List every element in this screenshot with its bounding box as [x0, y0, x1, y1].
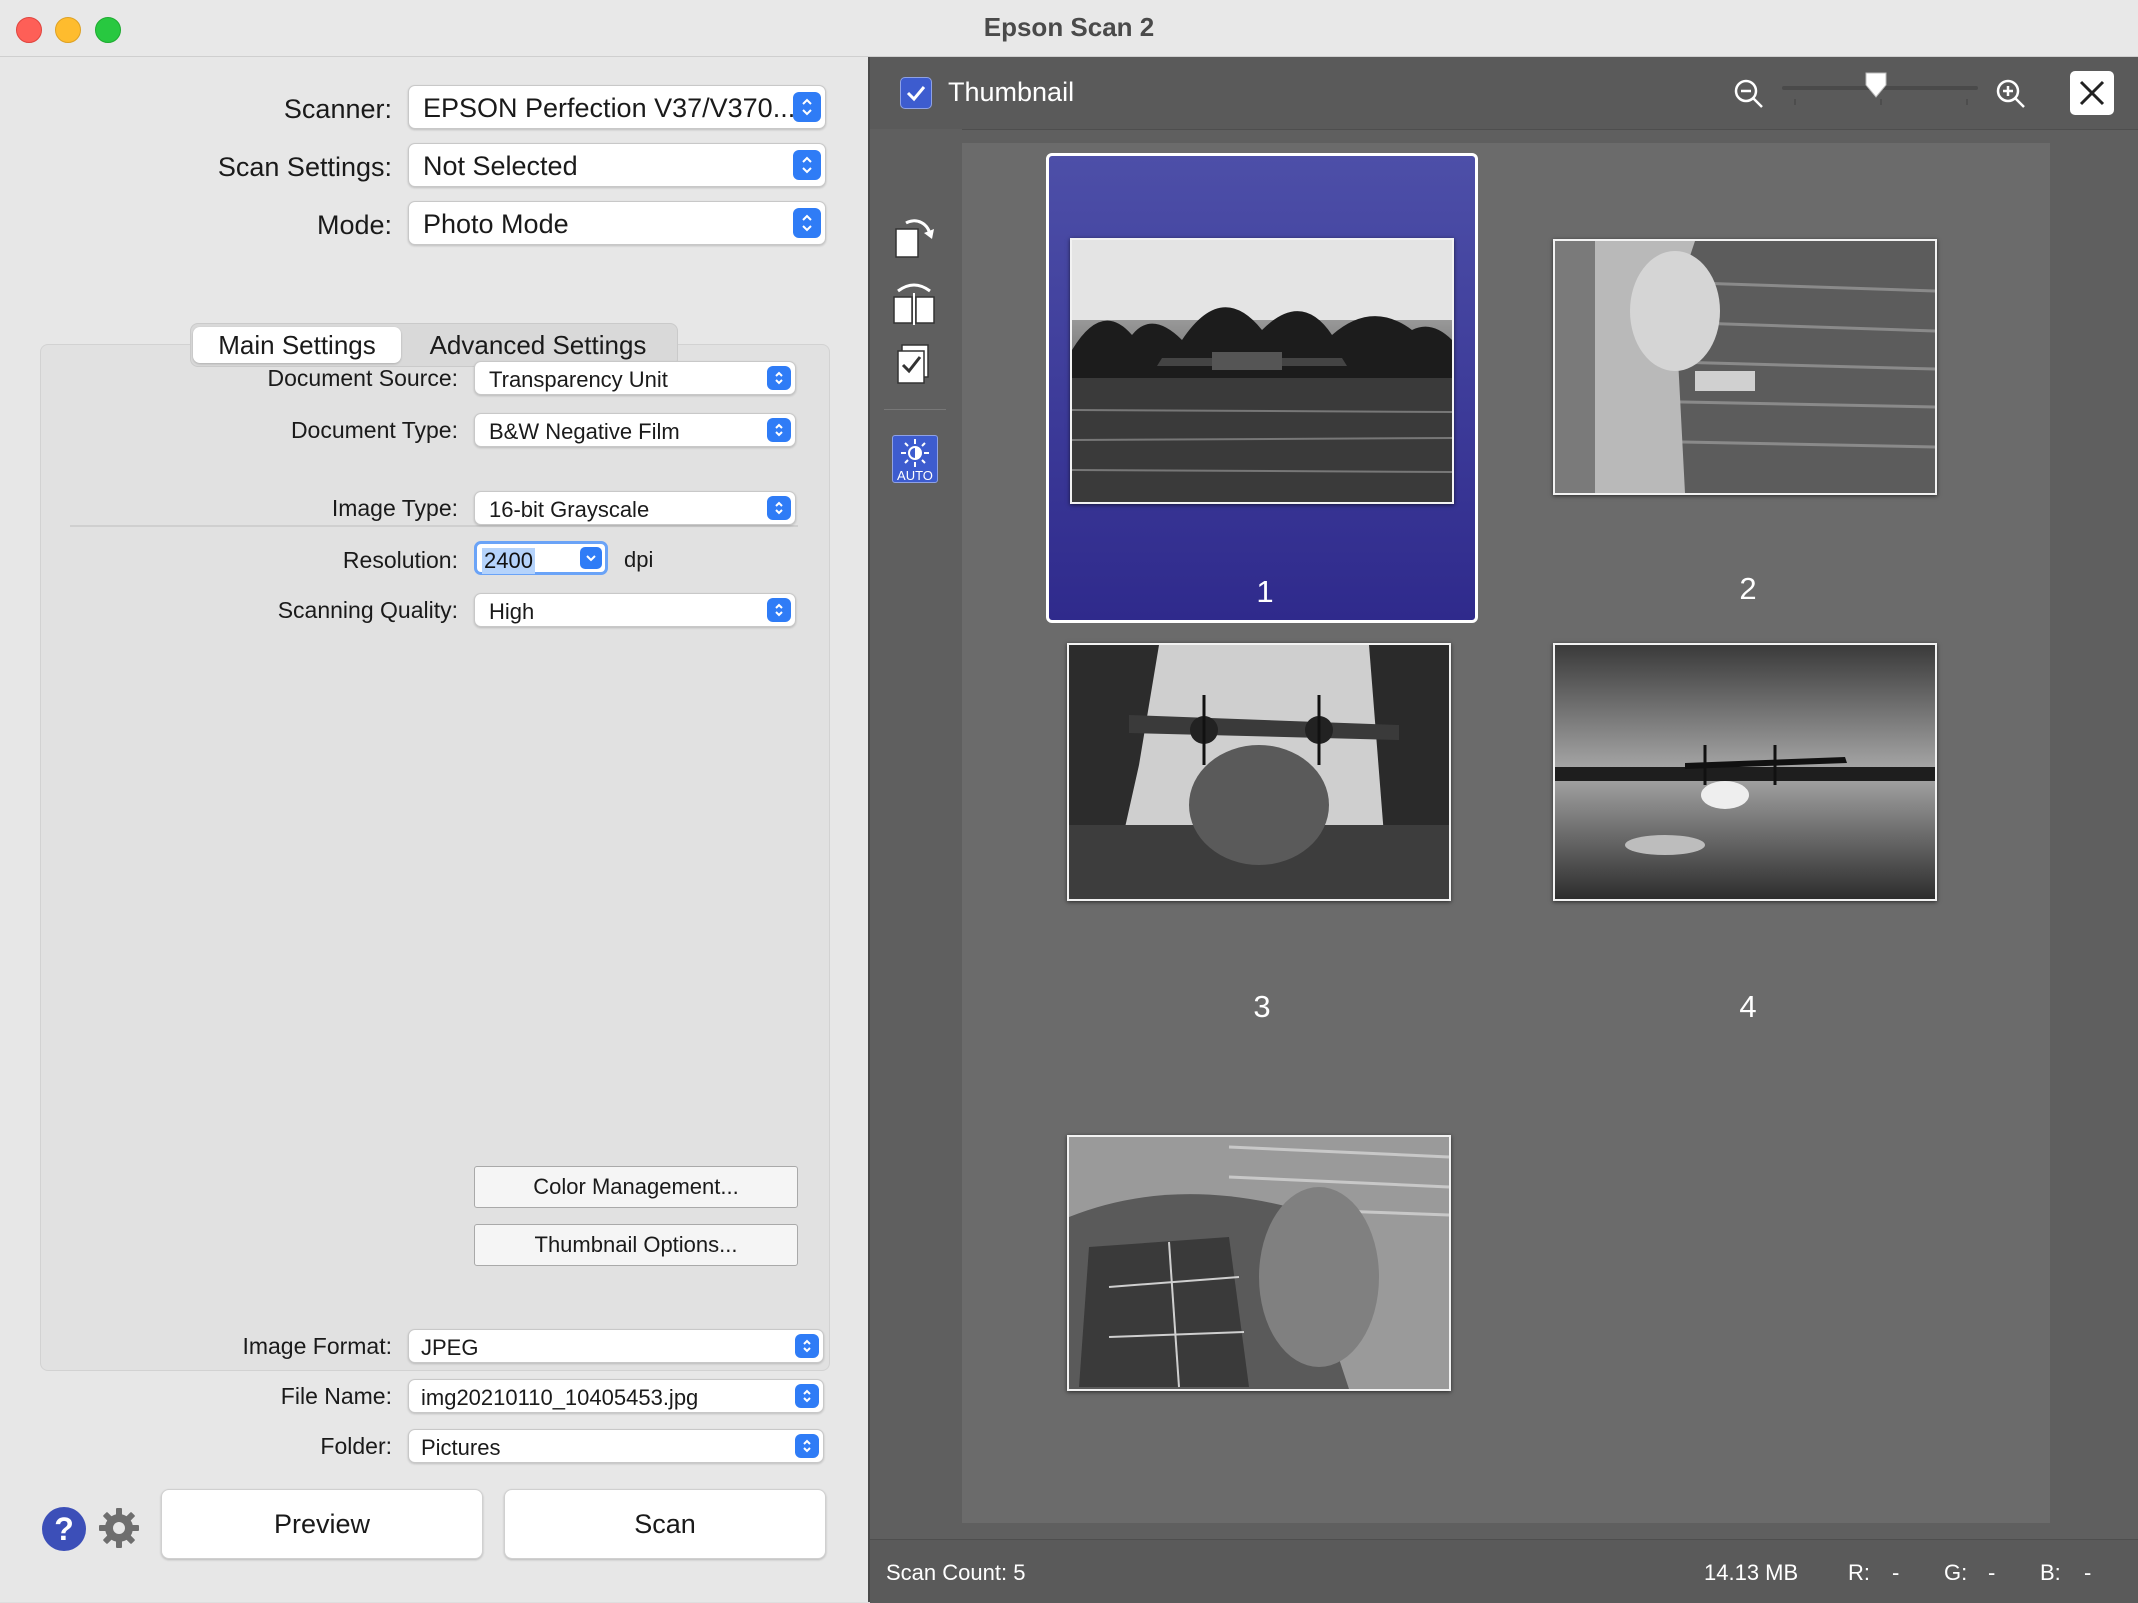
- mode-label: Mode:: [316, 210, 392, 240]
- frame-number: 4: [1739, 989, 1757, 1024]
- stepper-icon: [793, 92, 821, 122]
- r-label: R:: [1848, 1560, 1870, 1585]
- frame-number: 1: [1256, 574, 1274, 609]
- g-label: G:: [1944, 1560, 1968, 1585]
- window-title: Epson Scan 2: [983, 12, 1155, 42]
- resolution-combobox[interactable]: 2400: [474, 541, 608, 575]
- zoom-slider-thumb[interactable]: [1864, 71, 1888, 99]
- scan-settings-select[interactable]: Not Selected: [408, 143, 826, 187]
- scanning-quality-value: High: [489, 599, 535, 624]
- scan-settings-value: Not Selected: [423, 151, 578, 181]
- auto-label: AUTO: [897, 468, 933, 483]
- scanner-select[interactable]: EPSON Perfection V37/V370...: [408, 85, 826, 129]
- image-format-value: JPEG: [421, 1335, 479, 1360]
- scanning-quality-select[interactable]: High: [474, 593, 796, 627]
- rotate-icon[interactable]: [890, 213, 938, 261]
- document-source-select[interactable]: Transparency Unit: [474, 361, 796, 395]
- stepper-icon: [793, 150, 821, 180]
- preview-button[interactable]: Preview: [161, 1489, 483, 1559]
- zoom-in-icon[interactable]: [1994, 77, 2028, 111]
- scanning-quality-label: Scanning Quality:: [277, 597, 458, 623]
- flip-icon[interactable]: [890, 279, 938, 327]
- image-format-label: Image Format:: [242, 1333, 392, 1359]
- thumbnail-toolbar: Thumbnail: [870, 57, 2138, 130]
- folder-select[interactable]: Pictures: [408, 1429, 824, 1463]
- thumbnail-tools: AUTO: [870, 129, 962, 1596]
- file-name-select[interactable]: img20210110_10405453.jpg: [408, 1379, 824, 1413]
- title-bar: Epson Scan 2: [0, 0, 2138, 57]
- thumbnail-options-button[interactable]: Thumbnail Options...: [474, 1224, 798, 1266]
- frame-2-image: [1553, 239, 1937, 495]
- g-value: -: [1988, 1560, 1996, 1585]
- stepper-icon: [767, 366, 791, 390]
- gear-icon[interactable]: [96, 1505, 142, 1551]
- document-source-label: Document Source:: [267, 365, 458, 391]
- scanner-label: Scanner:: [283, 94, 392, 124]
- thumbnail-label: Thumbnail: [948, 77, 1075, 107]
- scan-settings-label: Scan Settings:: [217, 152, 392, 182]
- settings-panel: Scanner: EPSON Perfection V37/V370... Sc…: [0, 57, 868, 1602]
- frame-3-image: [1067, 643, 1451, 901]
- tool-divider: [884, 409, 946, 410]
- epson-scan-window: Epson Scan 2 Scanner: EPSON Perfection V…: [0, 0, 2138, 1603]
- document-source-value: Transparency Unit: [489, 367, 668, 392]
- stepper-icon: [767, 598, 791, 622]
- b-label: B:: [2040, 1560, 2061, 1585]
- settings-divider: [70, 525, 798, 527]
- thumbnail-frame-5[interactable]: [1046, 1135, 1478, 1405]
- frame-number: 2: [1739, 571, 1757, 606]
- thumbnail-canvas: 1 2 3 4: [962, 143, 2050, 1523]
- folder-label: Folder:: [320, 1433, 392, 1459]
- stepper-icon: [767, 496, 791, 520]
- thumbnail-frame-1[interactable]: 1: [1046, 153, 1478, 623]
- image-format-select[interactable]: JPEG: [408, 1329, 824, 1363]
- chevron-down-icon[interactable]: [580, 547, 602, 569]
- file-name-label: File Name:: [280, 1383, 392, 1409]
- stepper-icon: [795, 1334, 819, 1358]
- resolution-unit: dpi: [624, 547, 654, 572]
- auto-exposure-icon[interactable]: AUTO: [892, 435, 938, 483]
- tab-main-settings[interactable]: Main Settings: [193, 327, 401, 363]
- frame-4-image: [1553, 643, 1937, 901]
- zoom-out-icon[interactable]: [1732, 77, 1766, 111]
- tab-advanced-settings[interactable]: Advanced Settings: [405, 327, 671, 363]
- resolution-label: Resolution:: [342, 547, 458, 573]
- stepper-icon: [795, 1434, 819, 1458]
- image-type-value: 16-bit Grayscale: [489, 497, 650, 522]
- stepper-icon: [767, 418, 791, 442]
- frame-1-image: [1070, 238, 1454, 504]
- file-name-value: img20210110_10405453.jpg: [421, 1385, 699, 1410]
- thumbnail-panel: Thumbnail AUTO 1 2 3 4 Scan Count: 5 14.…: [868, 57, 2138, 1603]
- frame-5-image: [1067, 1135, 1451, 1391]
- thumbnail-frame-3[interactable]: 3: [1046, 643, 1478, 1113]
- r-value: -: [1892, 1560, 1900, 1585]
- scan-count: Scan Count: 5: [886, 1560, 1026, 1585]
- thumbnail-frame-4[interactable]: 4: [1532, 643, 1964, 1113]
- mode-select[interactable]: Photo Mode: [408, 201, 826, 245]
- document-type-label: Document Type:: [290, 417, 458, 443]
- mode-value: Photo Mode: [423, 209, 569, 239]
- b-value: -: [2084, 1560, 2092, 1585]
- image-type-label: Image Type:: [331, 495, 458, 521]
- frame-number: 3: [1253, 989, 1271, 1024]
- image-type-select[interactable]: 16-bit Grayscale: [474, 491, 796, 525]
- file-size: 14.13 MB: [1704, 1560, 1799, 1585]
- status-bar: Scan Count: 5 14.13 MB R: - G: - B: -: [870, 1539, 2138, 1603]
- stepper-icon: [795, 1384, 819, 1408]
- thumbnail-checkbox[interactable]: [900, 77, 932, 109]
- stepper-icon: [793, 208, 821, 238]
- document-type-value: B&W Negative Film: [489, 419, 680, 444]
- color-management-button[interactable]: Color Management...: [474, 1166, 798, 1208]
- scanner-value: EPSON Perfection V37/V370...: [423, 93, 796, 123]
- resolution-value: 2400: [482, 548, 535, 574]
- help-icon[interactable]: ?: [42, 1507, 86, 1551]
- select-all-icon[interactable]: [890, 341, 938, 389]
- document-type-select[interactable]: B&W Negative Film: [474, 413, 796, 447]
- scan-button[interactable]: Scan: [504, 1489, 826, 1559]
- close-icon[interactable]: [2070, 71, 2114, 115]
- folder-value: Pictures: [421, 1435, 501, 1460]
- thumbnail-frame-2[interactable]: 2: [1532, 153, 1964, 623]
